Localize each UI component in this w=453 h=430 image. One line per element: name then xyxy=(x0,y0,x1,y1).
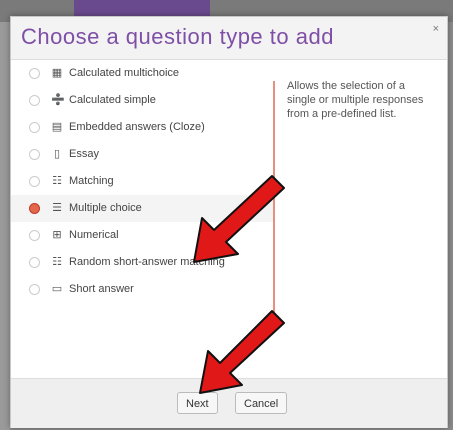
option-calculated-simple[interactable]: ➗ Calculated simple xyxy=(11,87,273,114)
option-label: Short answer xyxy=(69,283,134,295)
question-type-description: Allows the selection of a single or mult… xyxy=(287,80,424,120)
matching-icon: ☷ xyxy=(52,175,62,187)
arrow-icon xyxy=(199,310,285,394)
calc-simple-icon: ➗ xyxy=(51,94,65,106)
close-icon[interactable]: × xyxy=(433,23,439,35)
radio-button[interactable] xyxy=(29,284,40,295)
option-label: Embedded answers (Cloze) xyxy=(69,121,205,133)
numerical-icon: ⊞ xyxy=(52,229,62,241)
option-essay[interactable]: ▯ Essay xyxy=(11,141,273,168)
short-answer-icon: ▭ xyxy=(51,283,63,295)
arrow-icon xyxy=(193,175,285,263)
option-short-answer[interactable]: ▭ Short answer xyxy=(11,276,273,303)
random-match-icon: ☷ xyxy=(52,256,62,268)
embedded-icon: ▤ xyxy=(51,121,63,133)
option-label: Essay xyxy=(69,148,99,160)
option-label: Matching xyxy=(69,175,114,187)
radio-button[interactable] xyxy=(29,257,40,268)
option-label: Calculated simple xyxy=(69,94,156,106)
option-label: Numerical xyxy=(69,229,119,241)
option-label: Calculated multichoice xyxy=(69,67,180,79)
radio-button[interactable] xyxy=(29,230,40,241)
essay-icon: ▯ xyxy=(53,148,61,160)
dialog-title: Choose a question type to add xyxy=(21,24,334,49)
dialog-titlebar: Choose a question type to add × xyxy=(11,17,447,60)
background-left xyxy=(0,22,10,430)
radio-button[interactable] xyxy=(29,149,40,160)
option-label: Multiple choice xyxy=(69,202,142,214)
option-embedded-answers[interactable]: ▤ Embedded answers (Cloze) xyxy=(11,114,273,141)
radio-button[interactable] xyxy=(29,68,40,79)
radio-button[interactable] xyxy=(29,122,40,133)
radio-button[interactable] xyxy=(29,95,40,106)
multiple-choice-icon: ☰ xyxy=(52,202,62,214)
radio-button-selected[interactable] xyxy=(29,203,40,214)
calc-multi-icon: ▦ xyxy=(51,67,63,79)
radio-button[interactable] xyxy=(29,176,40,187)
option-calculated-multichoice[interactable]: ▦ Calculated multichoice xyxy=(11,60,273,87)
